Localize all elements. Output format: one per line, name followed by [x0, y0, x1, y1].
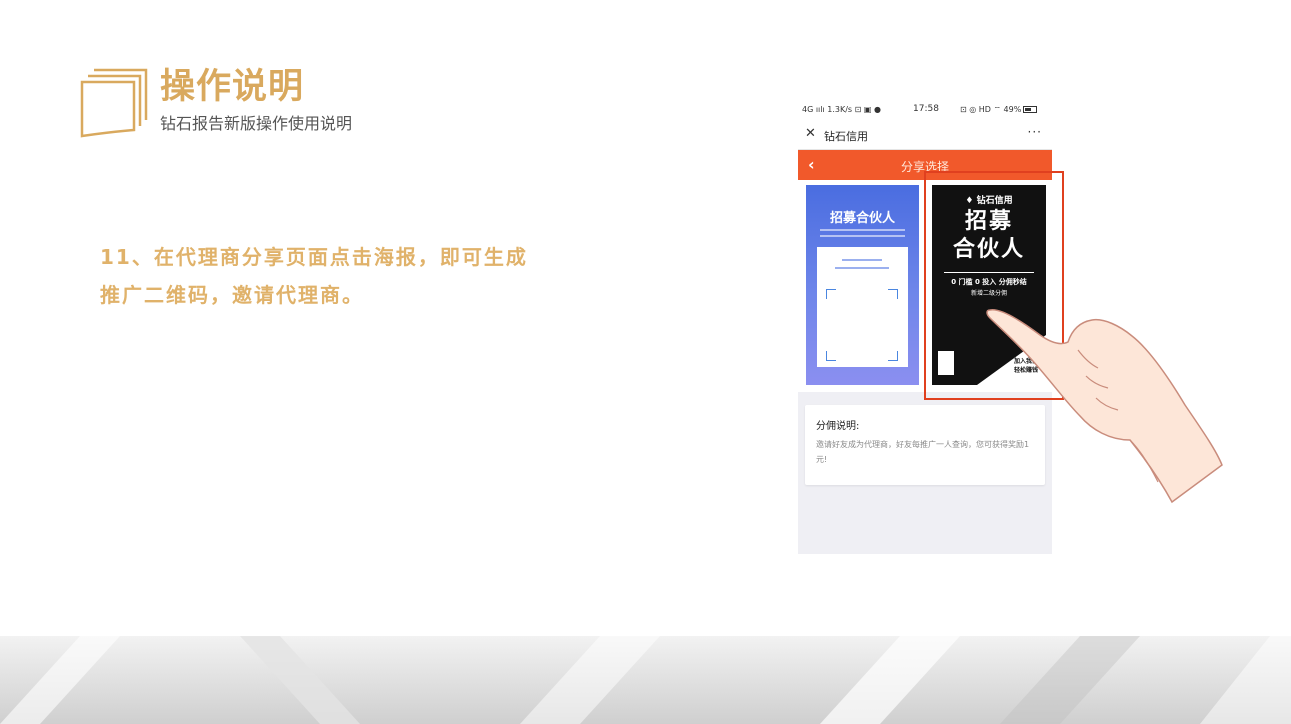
poster-black-tag-2: 轻松赚钱 [1014, 367, 1039, 374]
instruction-line-2: 推广二维码，邀请代理商。 [100, 283, 364, 307]
poster-blue-title: 招募合伙人 [829, 211, 895, 226]
status-left: 4G ıılı 1.3K/s ⊡ ▣ ● [802, 105, 881, 114]
poster-black-brand: ♦ 钻石信用 [965, 196, 1013, 206]
status-right-text: ⊡ ◎ HD ⌔ 49% [960, 105, 1022, 114]
qr-placeholder-icon [826, 289, 898, 361]
poster-blue-subtext [820, 225, 905, 241]
poster-black-title-1: 招募 [964, 209, 1013, 234]
poster-black-subline: 新增二级分佣 [970, 290, 1007, 297]
poster-black-tag-1: 加入我们 [1014, 358, 1039, 365]
instruction-line-1: 11、在代理商分享页面点击海报，即可生成 [100, 245, 528, 269]
divider [944, 272, 1034, 273]
decorative-bottom-band [0, 636, 1291, 724]
poster-black-title-2: 合伙人 [952, 237, 1025, 262]
commission-description-card: 分佣说明: 邀请好友成为代理商，好友每推广一人查询，您可获得奖励1元! [805, 405, 1045, 485]
poster-option-black[interactable]: ♦ 钻石信用 招募 合伙人 0 门槛 0 投入 分佣秒结 新增二级分佣 加入我们… [932, 185, 1046, 385]
status-time: 17:58 [913, 104, 939, 114]
poster-option-blue[interactable]: 招募合伙人 [806, 185, 919, 385]
description-body: 邀请好友成为代理商，好友每推广一人查询，您可获得奖励1元! [816, 440, 1030, 464]
page-subtitle: 钻石报告新版操作使用说明 [160, 114, 353, 133]
app-header: ‹ 分享选择 [798, 150, 1052, 180]
poster-selection: 招募合伙人 ♦ 钻石信用 招募 合伙人 0 门槛 0 投入 分佣秒结 新增二级分… [798, 180, 1052, 392]
poster-black-tags: 加入我们 轻松赚钱 [1014, 357, 1038, 375]
app-title: 分享选择 [900, 160, 949, 174]
description-title: 分佣说明: [816, 421, 860, 432]
instruction-text: 11、在代理商分享页面点击海报，即可生成 推广二维码，邀请代理商。 [100, 238, 600, 314]
status-right: ⊡ ◎ HD ⌔ 49% [960, 105, 1038, 115]
document-stack-icon [80, 68, 148, 138]
more-menu-button[interactable]: ··· [1028, 125, 1042, 139]
poster-black-qr-icon [938, 351, 954, 375]
wechat-nav-bar: ✕ 钻石信用 ··· [798, 120, 1052, 150]
phone-screenshot: 4G ıılı 1.3K/s ⊡ ▣ ● 17:58 ⊡ ◎ HD ⌔ 49% … [798, 100, 1052, 554]
status-bar: 4G ıılı 1.3K/s ⊡ ▣ ● 17:58 ⊡ ◎ HD ⌔ 49% [798, 100, 1052, 120]
battery-icon [1023, 106, 1038, 113]
poster-blue-qr-card [817, 247, 908, 367]
page-title: 操作说明 [160, 67, 305, 107]
poster-black-tagline: 0 门槛 0 投入 分佣秒结 [951, 278, 1027, 286]
close-icon[interactable]: ✕ [805, 127, 816, 141]
wechat-title: 钻石信用 [824, 130, 868, 143]
